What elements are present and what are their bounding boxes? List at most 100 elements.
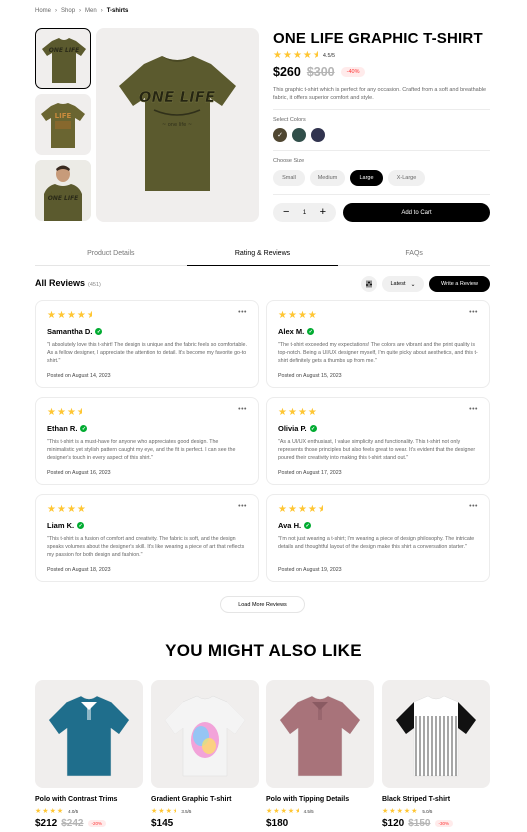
chevron-right-icon: › xyxy=(55,8,58,14)
product-card-name[interactable]: Black Striped T-shirt xyxy=(382,796,450,803)
size-small[interactable]: Small xyxy=(273,170,305,186)
product-card-name[interactable]: Polo with Contrast Trims xyxy=(35,796,117,803)
write-review-button[interactable]: Write a Review xyxy=(429,276,490,292)
verified-icon: ✓ xyxy=(77,522,85,529)
review-card: ★ ★ ★ ★ ★ ••• Samantha D. ✓ "I absolutely love t… xyxy=(35,300,259,388)
tshirt-back-image: LIFE xyxy=(41,103,85,148)
divider xyxy=(273,150,490,151)
product-card-name[interactable]: Polo with Tipping Details xyxy=(266,796,349,803)
breadcrumb-shop[interactable]: Shop xyxy=(61,8,75,14)
star-icon: ★ xyxy=(56,808,64,815)
star-icon: ★ xyxy=(292,50,302,61)
size-large[interactable]: Large xyxy=(350,170,383,186)
current-price: $120 xyxy=(382,818,405,829)
review-card: ★ ★ ★ ★ ••• Olivia P. ✓ "As a UI/UX enthusiast,… xyxy=(266,397,490,485)
review-rating: ★ ★ ★ ★ ★ xyxy=(278,505,478,515)
review-date: Posted on August 18, 2023 xyxy=(47,567,111,573)
color-swatch-teal[interactable] xyxy=(292,128,306,142)
shirt-image xyxy=(279,695,361,777)
star-icon: ★ xyxy=(273,50,282,61)
minus-button[interactable]: − xyxy=(283,207,289,218)
half-star-icon: ★ xyxy=(172,808,177,815)
tshirt-front-image: ONE LIFE xyxy=(42,38,86,83)
more-options-icon[interactable]: ••• xyxy=(469,309,478,316)
star-icon: ★ xyxy=(42,808,49,815)
review-card: ★ ★ ★ ★ ★ ••• Ava H. ✓ "I'm not just wearing a t… xyxy=(266,494,490,582)
thumbnail-3[interactable]: ONE LIFE xyxy=(35,160,91,221)
product-card-price: $120 $150 -30% xyxy=(382,818,454,829)
product-card-image[interactable] xyxy=(151,680,259,788)
star-icon: ★ xyxy=(297,310,307,321)
review-text: "The t-shirt exceeded my expectations! T… xyxy=(278,342,478,364)
more-options-icon[interactable]: ••• xyxy=(238,309,247,316)
svg-text:ONE LIFE: ONE LIFE xyxy=(48,195,79,202)
plus-button[interactable]: + xyxy=(320,207,326,218)
product-card-image[interactable] xyxy=(382,680,490,788)
model-wearing-tshirt-image: ONE LIFE xyxy=(35,160,91,221)
more-options-icon[interactable]: ••• xyxy=(469,406,478,413)
size-label: Choose Size xyxy=(273,158,305,164)
star-icon: ★ xyxy=(165,808,172,815)
tab-faqs[interactable]: FAQs xyxy=(338,248,490,265)
star-icon: ★ xyxy=(403,808,411,815)
discount-badge: -20% xyxy=(87,820,107,827)
rating-text: 4.5/5 xyxy=(322,53,336,59)
breadcrumb-men[interactable]: Men xyxy=(85,8,97,14)
discount-badge: -30% xyxy=(434,820,454,827)
size-medium[interactable]: Medium xyxy=(310,170,345,186)
review-text: "This t-shirt is a fusion of comfort and… xyxy=(47,536,245,558)
reviewer-name: Liam K. xyxy=(47,521,75,530)
svg-text:~ one life ~: ~ one life ~ xyxy=(162,122,192,128)
star-icon: ★ xyxy=(56,310,66,321)
reviewer-name-row: Ava H. ✓ xyxy=(278,521,478,530)
verified-icon: ✓ xyxy=(80,425,88,432)
review-text: "I'm not just wearing a t-shirt; I'm wea… xyxy=(278,536,475,550)
star-icon: ★ xyxy=(278,504,287,515)
tab-product-details[interactable]: Product Details xyxy=(35,248,187,265)
star-icon: ★ xyxy=(280,808,287,815)
review-date: Posted on August 15, 2023 xyxy=(278,373,342,379)
svg-text:ONE LIFE: ONE LIFE xyxy=(49,47,80,54)
discount-badge: -40% xyxy=(340,67,366,77)
star-icon: ★ xyxy=(287,504,297,515)
reviewer-name: Samantha D. xyxy=(47,327,93,336)
tshirt-main-image: ONE LIFE ~ one life ~ xyxy=(119,56,236,191)
review-date: Posted on August 17, 2023 xyxy=(278,470,342,476)
shirt-image xyxy=(48,695,130,777)
size-options: Small Medium Large X-Large xyxy=(273,170,425,186)
more-options-icon[interactable]: ••• xyxy=(238,406,247,413)
size-x-large[interactable]: X-Large xyxy=(388,170,425,186)
star-icon: ★ xyxy=(76,310,86,321)
price-block: $260 $300 -40% xyxy=(273,65,366,79)
thumbnail-1[interactable]: ONE LIFE xyxy=(35,28,91,89)
product-card-name[interactable]: Gradient Graphic T-shirt xyxy=(151,796,232,803)
you-might-also-like-title: YOU MIGHT ALSO LIKE xyxy=(165,641,362,660)
review-date: Posted on August 14, 2023 xyxy=(47,373,111,379)
star-icon: ★ xyxy=(273,808,280,815)
star-icon: ★ xyxy=(66,310,76,321)
shirt-image xyxy=(395,695,477,777)
tab-rating-reviews[interactable]: Rating & Reviews xyxy=(186,248,339,266)
color-options: ✓ xyxy=(273,128,325,142)
filter-button[interactable] xyxy=(361,276,377,292)
color-swatch-navy[interactable] xyxy=(311,128,325,142)
sort-dropdown[interactable]: Latest ⌄ xyxy=(382,276,424,292)
color-swatch-olive[interactable]: ✓ xyxy=(273,128,287,142)
product-card-image[interactable] xyxy=(266,680,374,788)
load-more-reviews-button[interactable]: Load More Reviews xyxy=(220,596,305,613)
star-icon: ★ xyxy=(297,407,307,418)
product-card-image[interactable] xyxy=(35,680,143,788)
review-rating: ★ ★ ★ ★ xyxy=(278,408,478,418)
star-icon: ★ xyxy=(307,504,317,515)
product-rating: ★ ★ ★ ★ ★ 4.5/5 xyxy=(273,51,335,61)
star-icon: ★ xyxy=(307,310,317,321)
reviewer-name-row: Ethan R. ✓ xyxy=(47,424,247,433)
add-to-cart-button[interactable]: Add to Cart xyxy=(343,203,490,222)
reviews-count: (451) xyxy=(88,282,101,288)
more-options-icon[interactable]: ••• xyxy=(238,503,247,510)
review-card: ★ ★ ★ ★ ••• Ethan R. ✓ "This t-shirt is a must-… xyxy=(35,397,259,485)
more-options-icon[interactable]: ••• xyxy=(469,503,478,510)
thumbnail-2[interactable]: LIFE xyxy=(35,94,91,155)
breadcrumb-home[interactable]: Home xyxy=(35,8,51,14)
review-text: "As a UI/UX enthusiast, I value simplici… xyxy=(278,439,476,461)
